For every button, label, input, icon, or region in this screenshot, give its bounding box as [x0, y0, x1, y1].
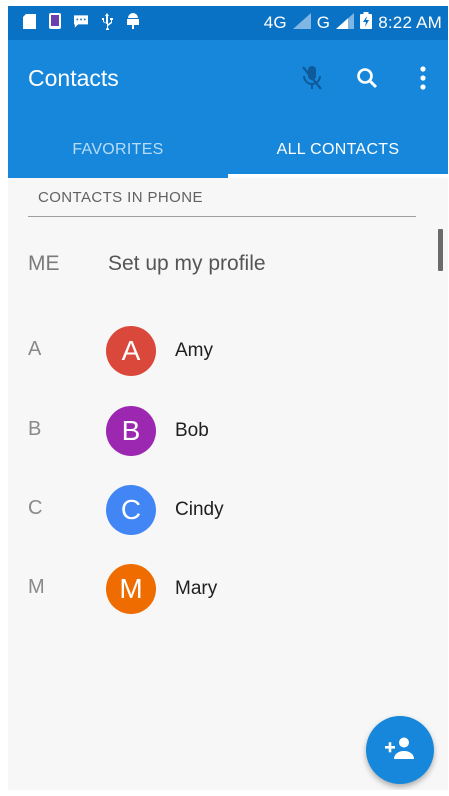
contact-name: Amy [175, 340, 213, 361]
signal-icon [336, 12, 355, 34]
section-header-label: CONTACTS IN PHONE [38, 189, 203, 206]
scrollbar-thumb[interactable] [438, 229, 443, 271]
me-label: ME [28, 252, 60, 275]
app-title: Contacts [28, 65, 119, 91]
tab-favorites[interactable]: FAVORITES [8, 128, 228, 178]
mic-off-icon [301, 65, 323, 96]
sd-card-icon [22, 13, 36, 29]
status-bar: 4G G 8:22 AM [8, 6, 448, 40]
tab-all-contacts[interactable]: ALL CONTACTS [228, 128, 448, 178]
battery-charging-icon [360, 12, 373, 34]
voice-search-button[interactable] [292, 60, 332, 100]
contact-name: Cindy [175, 499, 224, 520]
more-options-button[interactable] [403, 60, 443, 100]
my-profile-row[interactable]: ME Set up my profile [8, 234, 438, 294]
index-letter: B [28, 418, 42, 440]
contact-row-amy[interactable]: A A Amy [8, 316, 438, 386]
avatar: M [106, 564, 156, 614]
search-button[interactable] [347, 60, 387, 100]
contact-row-mary[interactable]: M M Mary [8, 554, 438, 624]
phone-icon [48, 13, 62, 29]
contact-row-cindy[interactable]: C C Cindy [8, 475, 438, 545]
network-g-label: G [316, 13, 331, 32]
signal-weak-icon [292, 12, 311, 34]
usb-icon [100, 12, 114, 30]
contacts-screen: 4G G 8:22 AM Contacts FAVORITES ALL CONT… [8, 6, 448, 790]
status-icons-left [22, 12, 140, 30]
add-contact-button[interactable] [366, 716, 434, 784]
add-contact-icon [385, 737, 415, 764]
index-letter: C [28, 497, 43, 519]
more-vert-icon [420, 65, 426, 95]
search-icon [356, 67, 378, 94]
status-icons-right: 4G G 8:22 AM [264, 12, 442, 34]
index-letter: M [28, 576, 45, 598]
message-icon [74, 13, 88, 29]
avatar: B [106, 406, 156, 456]
clock: 8:22 AM [378, 13, 442, 32]
avatar: A [106, 326, 156, 376]
index-letter: A [28, 338, 42, 360]
network-4g-label: 4G [263, 13, 287, 32]
contact-name: Bob [175, 420, 209, 441]
avatar: C [106, 485, 156, 535]
setup-profile-text: Set up my profile [108, 252, 266, 275]
contact-name: Mary [175, 578, 218, 599]
app-bar: Contacts FAVORITES ALL CONTACTS [8, 40, 448, 178]
section-header: CONTACTS IN PHONE [28, 181, 416, 217]
android-debug-icon [126, 13, 140, 29]
contact-row-bob[interactable]: B B Bob [8, 396, 438, 466]
tab-bar: FAVORITES ALL CONTACTS [8, 128, 448, 178]
